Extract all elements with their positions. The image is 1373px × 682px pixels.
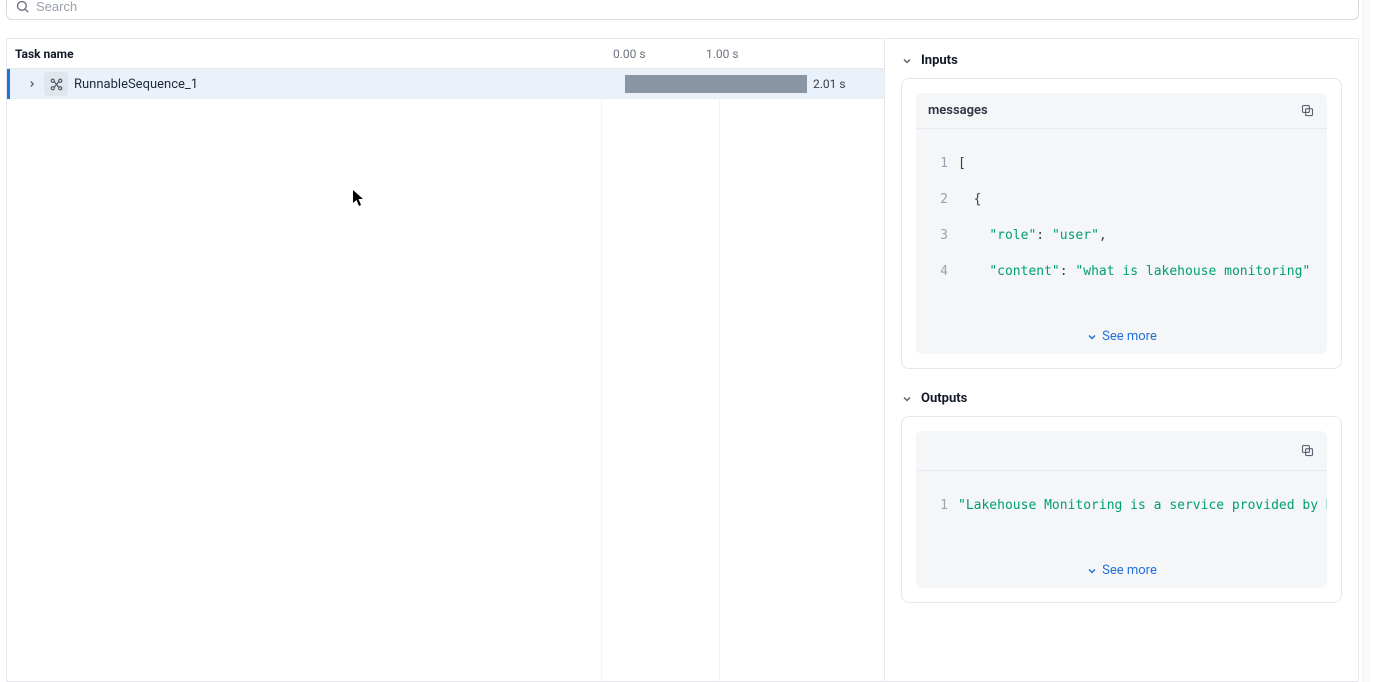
chevron-down-icon	[901, 55, 913, 67]
task-name-header: Task name	[7, 47, 601, 61]
outputs-panel: 1"Lakehouse Monitoring is a service prov…	[901, 416, 1342, 603]
task-row[interactable]: RunnableSequence_1 2.01 s	[7, 69, 884, 99]
task-duration-bar	[625, 75, 807, 93]
inputs-card-title: messages	[928, 103, 988, 118]
copy-icon[interactable]	[1300, 443, 1315, 458]
inputs-title: Inputs	[921, 53, 958, 68]
inputs-code-card: messages 1[ 2 { 3 "role": "user", 4 "con…	[916, 93, 1327, 354]
inputs-section-header[interactable]: Inputs	[901, 53, 1342, 68]
task-duration-label: 2.01 s	[813, 77, 846, 91]
outputs-code-body: 1"Lakehouse Monitoring is a service prov…	[916, 471, 1327, 555]
outputs-code-card: 1"Lakehouse Monitoring is a service prov…	[916, 431, 1327, 588]
chain-icon	[44, 72, 68, 96]
chevron-down-icon	[1086, 331, 1098, 343]
search-bar[interactable]	[6, 0, 1359, 20]
expand-icon[interactable]	[26, 79, 38, 89]
outputs-title: Outputs	[921, 391, 967, 406]
trace-pane: Task name 0.00 s 1.00 s	[7, 39, 885, 681]
see-more-button[interactable]: See more	[916, 555, 1327, 588]
timeline-tick: 0.00 s	[613, 47, 646, 61]
inputs-panel: messages 1[ 2 { 3 "role": "user", 4 "con…	[901, 78, 1342, 369]
see-more-button[interactable]: See more	[916, 321, 1327, 354]
timeline-tick: 1.00 s	[706, 47, 739, 61]
details-pane: Inputs messages 1[ 2 { 3 "role": "user",…	[885, 39, 1358, 681]
task-name-label: RunnableSequence_1	[74, 77, 198, 92]
scrollbar-track[interactable]	[1362, 0, 1371, 682]
inputs-code-body: 1[ 2 { 3 "role": "user", 4 "content": "w…	[916, 129, 1327, 321]
search-icon	[15, 0, 30, 14]
timeline-header: 0.00 s 1.00 s	[601, 39, 884, 68]
outputs-section-header[interactable]: Outputs	[901, 391, 1342, 406]
chevron-down-icon	[1086, 565, 1098, 577]
search-input[interactable]	[36, 0, 1350, 14]
copy-icon[interactable]	[1300, 103, 1315, 118]
trace-header-row: Task name 0.00 s 1.00 s	[7, 39, 884, 69]
chevron-down-icon	[901, 393, 913, 405]
